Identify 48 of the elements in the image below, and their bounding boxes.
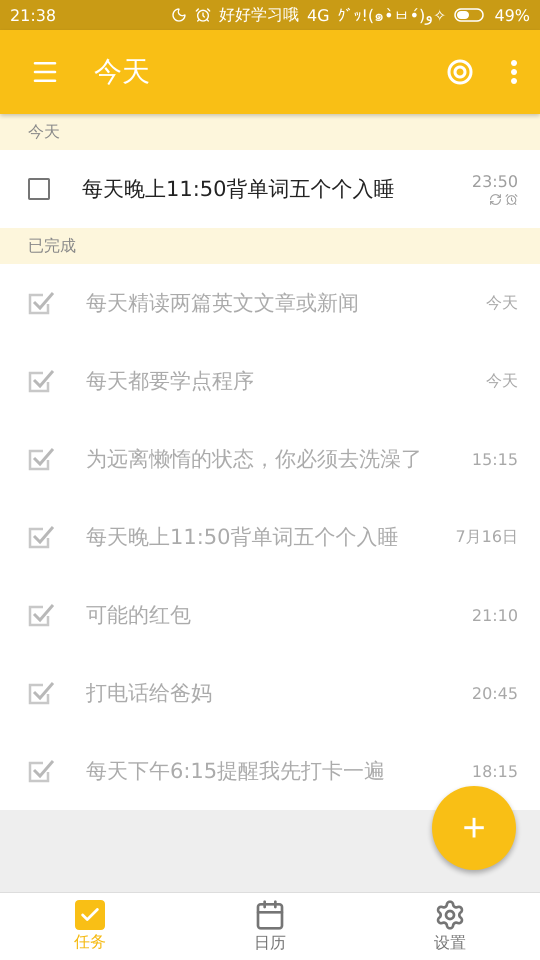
checkbox[interactable] xyxy=(28,524,54,550)
task-title: 每天精读两篇英文文章或新闻 xyxy=(86,290,360,317)
section-title: 今天 xyxy=(28,122,60,142)
task-title: 每天晚上11:50背单词五个个入睡 xyxy=(82,176,396,203)
task-row[interactable]: 每天都要学点程序 今天 xyxy=(0,342,540,420)
checkbox[interactable] xyxy=(28,178,50,200)
moon-icon xyxy=(170,7,187,23)
task-row[interactable]: 每天精读两篇英文文章或新闻 今天 xyxy=(0,264,540,342)
task-time: 20:45 xyxy=(472,684,518,702)
checkbox[interactable] xyxy=(28,446,54,472)
checkbox[interactable] xyxy=(28,290,54,316)
battery-percent: 49% xyxy=(494,6,530,24)
task-time: 7月16日 xyxy=(455,526,518,548)
task-row[interactable]: 可能的红包 21:10 xyxy=(0,576,540,654)
task-title: 可能的红包 xyxy=(86,602,192,629)
add-button[interactable]: + xyxy=(432,786,516,870)
task-time: 23:50 xyxy=(472,172,518,191)
task-row[interactable]: 为远离懒惰的状态，你必须去洗澡了 15:15 xyxy=(0,420,540,498)
task-row[interactable]: 打电话给爸妈 20:45 xyxy=(0,654,540,732)
more-icon xyxy=(510,60,518,84)
task-time: 18:15 xyxy=(472,762,518,780)
screen-title: 今天 xyxy=(94,54,151,90)
checkbox[interactable] xyxy=(28,758,54,784)
carrier-name: ｸﾞｯ!(๑•̀ㅂ•́)و✧ xyxy=(338,4,446,27)
nav-tab[interactable]: 设置 xyxy=(360,893,540,960)
task-title: 打电话给爸妈 xyxy=(86,680,213,707)
carrier-name: 好好学习哦 xyxy=(218,4,299,26)
task-title: 每天都要学点程序 xyxy=(86,368,255,395)
task-row[interactable]: 每天晚上11:50背单词五个个入睡 23:50 xyxy=(0,150,540,228)
battery-icon xyxy=(454,7,486,23)
task-row[interactable]: 每天下午6:15提醒我先打卡一遍 18:15 xyxy=(0,732,540,810)
checkbox[interactable] xyxy=(28,680,54,706)
task-title: 每天下午6:15提醒我先打卡一遍 xyxy=(86,758,386,785)
clock-time: 21:38 xyxy=(10,6,56,24)
checkbox[interactable] xyxy=(28,368,54,394)
nav-tab[interactable]: 日历 xyxy=(180,893,360,960)
task-time: 今天 xyxy=(486,292,518,314)
alarm-icon xyxy=(194,7,211,23)
task-time: 21:10 xyxy=(472,606,518,624)
section-title: 已完成 xyxy=(28,236,76,256)
checkbox[interactable] xyxy=(28,602,54,628)
task-time: 15:15 xyxy=(472,450,518,468)
nav-tab[interactable]: 任务 xyxy=(0,893,180,960)
task-title: 为远离懒惰的状态，你必须去洗澡了 xyxy=(86,446,423,473)
task-title: 每天晚上11:50背单词五个个入睡 xyxy=(86,524,400,551)
network-type: 4G xyxy=(306,6,330,24)
task-time: 今天 xyxy=(486,370,518,392)
task-row[interactable]: 每天晚上11:50背单词五个个入睡 7月16日 xyxy=(0,498,540,576)
